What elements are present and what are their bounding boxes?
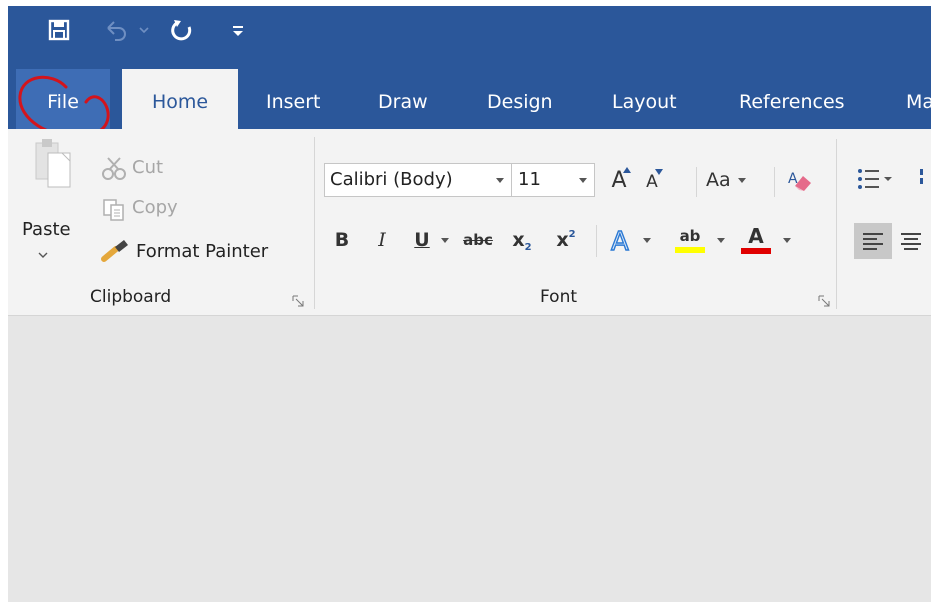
clipboard-launcher-icon[interactable] bbox=[292, 292, 304, 307]
numbering-icon bbox=[920, 169, 923, 184]
font-name-dropdown-icon[interactable] bbox=[495, 177, 505, 184]
tab-home[interactable]: Home bbox=[122, 69, 238, 129]
paste-dropdown-icon[interactable] bbox=[36, 249, 50, 261]
undo-icon[interactable] bbox=[102, 16, 132, 44]
format-painter-icon bbox=[100, 237, 130, 263]
cut-icon bbox=[100, 157, 128, 181]
change-case-button[interactable]: Aa bbox=[706, 163, 764, 197]
cut-button[interactable]: Cut bbox=[132, 157, 163, 178]
change-case-dropdown-icon bbox=[737, 177, 746, 183]
font-separator bbox=[596, 225, 597, 257]
paste-button[interactable] bbox=[16, 137, 86, 287]
paste-label: Paste bbox=[22, 219, 71, 240]
font-color-letter: A bbox=[748, 224, 764, 248]
font-size-box[interactable]: 11 bbox=[511, 163, 595, 197]
redo-icon[interactable] bbox=[168, 16, 196, 44]
shrink-font-button[interactable]: A bbox=[640, 167, 664, 197]
align-center-button[interactable] bbox=[900, 223, 931, 259]
text-effects-button[interactable]: A bbox=[606, 223, 640, 257]
tab-mailings[interactable]: Ma bbox=[906, 69, 931, 129]
group-separator bbox=[314, 137, 315, 309]
highlight-letters: ab bbox=[679, 226, 701, 245]
font-launcher-icon[interactable] bbox=[818, 292, 830, 307]
highlight-button[interactable]: ab bbox=[670, 223, 710, 257]
tab-design[interactable]: Design bbox=[487, 69, 553, 129]
clipboard-icon bbox=[35, 139, 71, 188]
strikethrough-button[interactable]: abc bbox=[458, 225, 498, 255]
align-left-icon bbox=[863, 233, 883, 250]
clear-formatting-icon: A bbox=[788, 171, 811, 191]
highlight-dropdown-icon[interactable] bbox=[714, 233, 728, 247]
subscript-base: x bbox=[512, 229, 525, 251]
text-effects-icon: A bbox=[610, 226, 629, 255]
font-color-bar bbox=[741, 248, 771, 254]
highlight-color-bar bbox=[675, 246, 705, 253]
align-center-icon bbox=[901, 233, 921, 250]
ribbon-tab-bar: File Home Insert Draw Design Layout Refe… bbox=[8, 69, 931, 129]
numbering-button[interactable] bbox=[920, 165, 931, 195]
svg-text:A: A bbox=[611, 227, 629, 255]
copy-button[interactable]: Copy bbox=[132, 197, 178, 218]
bullets-icon bbox=[858, 169, 892, 189]
tab-references[interactable]: References bbox=[739, 69, 845, 129]
font-name-box[interactable]: Calibri (Body) bbox=[324, 163, 512, 197]
superscript-button[interactable]: x2 bbox=[550, 225, 582, 255]
change-case-label: Aa bbox=[706, 169, 731, 191]
clipboard-group-label: Clipboard bbox=[90, 287, 172, 307]
font-name-value: Calibri (Body) bbox=[330, 169, 453, 190]
bold-button[interactable]: B bbox=[330, 225, 354, 255]
shrink-font-icon: A bbox=[646, 172, 658, 192]
group-separator bbox=[836, 139, 837, 309]
undo-dropdown-icon[interactable] bbox=[136, 16, 152, 44]
superscript-base: x bbox=[556, 229, 569, 251]
italic-button[interactable]: I bbox=[370, 225, 394, 255]
tab-insert[interactable]: Insert bbox=[266, 69, 321, 129]
superscript-mark: 2 bbox=[568, 228, 576, 240]
font-separator bbox=[696, 167, 697, 197]
bullets-button[interactable] bbox=[856, 165, 894, 195]
ribbon-home: Paste Cut Copy Format Painter Clipboard … bbox=[8, 129, 931, 316]
document-area bbox=[8, 316, 931, 602]
font-color-button[interactable]: A bbox=[736, 223, 776, 257]
title-bar bbox=[8, 6, 931, 69]
subscript-mark: 2 bbox=[524, 241, 532, 253]
text-effects-dropdown-icon[interactable] bbox=[640, 233, 654, 247]
font-size-dropdown-icon[interactable] bbox=[578, 177, 588, 184]
underline-button[interactable]: U bbox=[410, 225, 434, 255]
font-separator bbox=[774, 167, 775, 197]
font-color-dropdown-icon[interactable] bbox=[780, 233, 794, 247]
customize-qat-icon[interactable] bbox=[228, 16, 248, 44]
font-group-label: Font bbox=[540, 287, 578, 307]
tab-layout[interactable]: Layout bbox=[612, 69, 677, 129]
font-size-value: 11 bbox=[518, 169, 541, 190]
clear-formatting-button[interactable]: A bbox=[782, 163, 816, 197]
format-painter-button[interactable]: Format Painter bbox=[136, 241, 268, 262]
word-window: File Home Insert Draw Design Layout Refe… bbox=[8, 6, 931, 602]
align-left-button[interactable] bbox=[854, 223, 892, 259]
grow-font-button[interactable]: A bbox=[606, 163, 632, 197]
subscript-button[interactable]: x2 bbox=[506, 225, 538, 255]
copy-icon bbox=[100, 197, 128, 223]
underline-dropdown-icon[interactable] bbox=[438, 233, 452, 247]
tab-draw[interactable]: Draw bbox=[378, 69, 428, 129]
save-icon[interactable] bbox=[46, 16, 72, 44]
